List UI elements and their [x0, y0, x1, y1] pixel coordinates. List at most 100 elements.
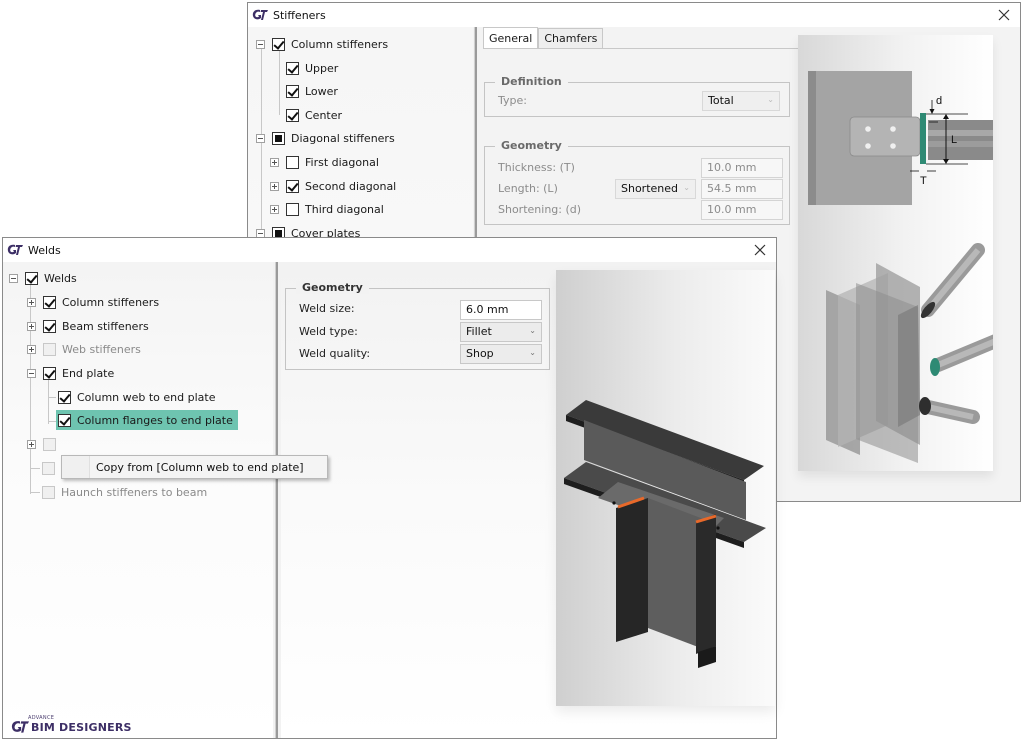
expand-icon[interactable]: [270, 181, 279, 191]
tree-item[interactable]: Third diagonal: [270, 199, 384, 219]
length-mode-select[interactable]: Shortened ⌄: [615, 179, 696, 199]
close-button[interactable]: [752, 242, 768, 258]
collapse-icon[interactable]: [27, 368, 36, 378]
close-button[interactable]: [996, 7, 1012, 23]
close-icon: [754, 244, 766, 256]
diagonal-member: [928, 120, 1010, 160]
checkbox[interactable]: [286, 179, 299, 193]
tree-item[interactable]: Column web to end plate: [58, 387, 215, 407]
window-title: Stiffeners: [273, 8, 326, 22]
checkbox[interactable]: [272, 37, 285, 51]
welds-body: Welds Column stiffeners Beam stiffeners …: [3, 262, 776, 738]
tab-general[interactable]: General: [483, 27, 539, 48]
menu-icon-gutter: [62, 456, 90, 478]
expand-icon[interactable]: [27, 297, 36, 307]
tree-guide: [48, 421, 56, 422]
welds-titlebar[interactable]: Welds: [3, 238, 776, 262]
type-label: Type:: [498, 94, 527, 107]
expand-icon[interactable]: [27, 439, 36, 449]
tab-divider: [483, 48, 798, 49]
checkbox[interactable]: [286, 108, 299, 122]
weld-quality-select[interactable]: Shop ⌄: [460, 344, 542, 364]
tree-item[interactable]: Diagonal stiffeners: [256, 128, 395, 148]
shortening-field[interactable]: 10.0 mm: [701, 200, 783, 220]
collapse-icon[interactable]: [9, 273, 18, 283]
dim-d-label: d: [936, 95, 942, 107]
tree-item[interactable]: Haunch stiffeners to beam: [42, 482, 207, 502]
close-icon: [998, 9, 1010, 21]
checkbox[interactable]: [286, 155, 299, 169]
highlighted-stiffener: [930, 358, 940, 376]
chevron-down-icon: ⌄: [767, 95, 774, 104]
window-title: Welds: [28, 243, 61, 257]
weld-size-label: Weld size:: [299, 302, 355, 315]
weld-type-select[interactable]: Fillet ⌄: [460, 322, 542, 342]
checkbox[interactable]: [58, 413, 71, 427]
tree-item[interactable]: First diagonal: [270, 152, 379, 172]
welds-tree: Welds Column stiffeners Beam stiffeners …: [3, 262, 273, 738]
tree-item-selected[interactable]: Column flanges to end plate: [56, 410, 238, 430]
expand-icon[interactable]: [27, 321, 36, 331]
stiffener-plate: [920, 113, 926, 164]
collapse-icon[interactable]: [256, 39, 265, 49]
chevron-down-icon: ⌄: [683, 183, 690, 192]
checkbox[interactable]: [286, 61, 299, 75]
checkbox: [42, 461, 55, 475]
checkbox: [43, 342, 56, 356]
shortening-label: Shortening: (d): [498, 203, 582, 216]
expand-icon[interactable]: [270, 157, 279, 167]
tab-chamfers[interactable]: Chamfers: [538, 28, 604, 48]
collapse-icon[interactable]: [256, 133, 265, 143]
tree-item[interactable]: End plate: [27, 363, 114, 383]
geometry-group: Geometry Thickness: (T) 10.0 mm Length: …: [484, 139, 790, 225]
type-select[interactable]: Total ⌄: [702, 91, 780, 111]
thickness-field[interactable]: 10.0 mm: [701, 158, 783, 178]
tree-item[interactable]: Beam stiffeners: [27, 316, 149, 336]
tree-item[interactable]: Second diagonal: [270, 176, 396, 196]
checkbox[interactable]: [286, 202, 299, 216]
tree-item[interactable]: Center: [286, 105, 342, 125]
chevron-down-icon: ⌄: [529, 326, 536, 335]
checkbox[interactable]: [43, 319, 56, 333]
checkbox[interactable]: [272, 131, 285, 145]
app-logo-icon: [7, 244, 23, 256]
dim-t-label: T: [920, 175, 927, 187]
tree-guide: [30, 492, 40, 493]
stiffener-diagram: d L T: [808, 71, 1010, 463]
expand-icon[interactable]: [270, 204, 279, 214]
checkbox: [42, 485, 55, 499]
weld-size-field[interactable]: 6.0 mm: [460, 300, 542, 320]
tree-item[interactable]: Column stiffeners: [27, 292, 159, 312]
tab-strip: General Chamfers: [483, 27, 604, 48]
checkbox[interactable]: [58, 390, 71, 404]
checkbox[interactable]: [43, 366, 56, 380]
thickness-label: Thickness: (T): [498, 161, 575, 174]
checkbox[interactable]: [286, 84, 299, 98]
weld-type-label: Weld type:: [299, 325, 358, 338]
tree-item[interactable]: Upper: [286, 58, 338, 78]
tree-item[interactable]: Welds: [9, 268, 77, 288]
checkbox[interactable]: [43, 295, 56, 309]
weld-quality-label: Weld quality:: [299, 347, 371, 360]
tree-item[interactable]: Web stiffeners: [27, 339, 141, 359]
tree-item[interactable]: Lower: [286, 81, 338, 101]
copy-from-menu-item[interactable]: Copy from [Column web to end plate]: [96, 461, 304, 474]
checkbox[interactable]: [25, 271, 38, 285]
expand-icon[interactable]: [27, 344, 36, 354]
welds-properties: Geometry Weld size: 6.0 mm Weld type: Fi…: [281, 262, 776, 738]
weld-geometry-group: Geometry Weld size: 6.0 mm Weld type: Fi…: [285, 281, 550, 370]
tree-guide: [48, 397, 56, 398]
length-field[interactable]: 54.5 mm: [701, 179, 783, 199]
tree-item[interactable]: [27, 434, 62, 454]
brand-logo: ADVANCE BIM DESIGNERS: [11, 715, 132, 734]
connection-plate: [849, 116, 921, 157]
weld-preview: [556, 270, 775, 706]
tree-item[interactable]: Column stiffeners: [256, 34, 388, 54]
splitter[interactable]: [275, 262, 278, 738]
tree-guide: [261, 147, 262, 223]
tree-guide: [30, 468, 40, 469]
stiffener-preview: d L T: [798, 35, 1010, 471]
stiffeners-titlebar[interactable]: Stiffeners: [248, 3, 1020, 27]
checkbox: [43, 437, 56, 451]
tree-guide: [279, 51, 280, 115]
